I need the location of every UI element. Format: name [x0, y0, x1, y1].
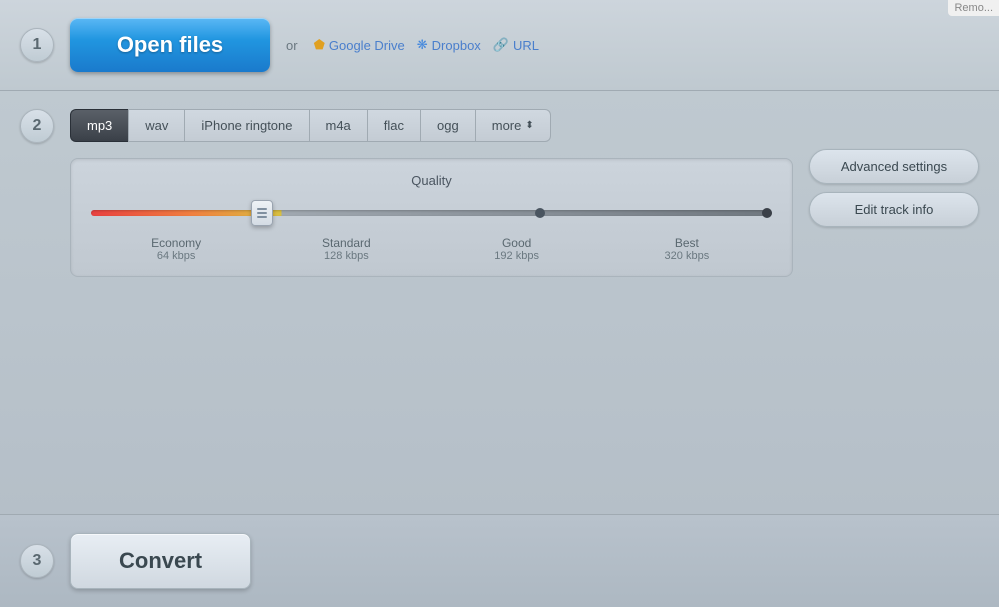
quality-economy: Economy 64 kbps [91, 236, 261, 262]
dropbox-link[interactable]: ❋ Dropbox [417, 37, 481, 53]
dropbox-label: Dropbox [432, 38, 481, 53]
open-files-button[interactable]: Open files [70, 18, 270, 72]
tab-flac[interactable]: flac [367, 109, 420, 142]
step-2-circle: 2 [20, 109, 54, 143]
cloud-links: ⬟ Google Drive ❋ Dropbox 🔗 URL [314, 37, 539, 53]
step-1-circle: 1 [20, 28, 54, 62]
thumb-line-1 [257, 208, 267, 210]
quality-markers: Economy 64 kbps Standard 128 kbps Good 1… [91, 236, 772, 262]
slider-track-background [91, 210, 772, 216]
section-open-files: 1 Open files or ⬟ Google Drive ❋ Dropbox… [0, 0, 999, 91]
section-format-quality: 2 mp3 wav iPhone ringtone m4a flac ogg m… [0, 91, 999, 515]
right-action-buttons: Advanced settings Edit track info [809, 149, 979, 227]
step-3-circle: 3 [20, 544, 54, 578]
format-area: mp3 wav iPhone ringtone m4a flac ogg mor… [70, 109, 793, 277]
slider-end-dot [762, 208, 772, 218]
more-dropdown-icon: ⬍ [525, 120, 533, 131]
tab-ogg[interactable]: ogg [420, 109, 475, 142]
url-icon: 🔗 [493, 37, 509, 53]
dropbox-icon: ❋ [417, 37, 428, 53]
thumb-line-2 [257, 212, 267, 214]
tab-iphone-ringtone[interactable]: iPhone ringtone [184, 109, 308, 142]
quality-slider-wrapper [91, 198, 772, 228]
quality-title: Quality [91, 173, 772, 188]
section-convert: 3 Convert [0, 515, 999, 607]
advanced-settings-button[interactable]: Advanced settings [809, 149, 979, 184]
url-link[interactable]: 🔗 URL [493, 37, 539, 53]
google-drive-label: Google Drive [329, 38, 405, 53]
google-drive-link[interactable]: ⬟ Google Drive [314, 37, 405, 53]
or-text: or [286, 38, 298, 53]
tab-mp3[interactable]: mp3 [70, 109, 128, 142]
quality-box: Quality [70, 158, 793, 277]
tab-more[interactable]: more ⬍ [475, 109, 551, 142]
more-label: more [492, 118, 522, 133]
slider-position-dot [535, 208, 545, 218]
slider-thumb[interactable] [251, 200, 273, 226]
convert-button[interactable]: Convert [70, 533, 251, 589]
format-tabs: mp3 wav iPhone ringtone m4a flac ogg mor… [70, 109, 793, 142]
url-label: URL [513, 38, 539, 53]
thumb-line-3 [257, 216, 267, 218]
thumb-grip [257, 208, 267, 218]
google-drive-icon: ⬟ [314, 37, 325, 53]
quality-best: Best 320 kbps [602, 236, 772, 262]
edit-track-info-button[interactable]: Edit track info [809, 192, 979, 227]
tab-wav[interactable]: wav [128, 109, 184, 142]
quality-standard: Standard 128 kbps [261, 236, 431, 262]
tab-m4a[interactable]: m4a [309, 109, 367, 142]
quality-good: Good 192 kbps [432, 236, 602, 262]
top-right-label: Remo... [948, 0, 999, 16]
